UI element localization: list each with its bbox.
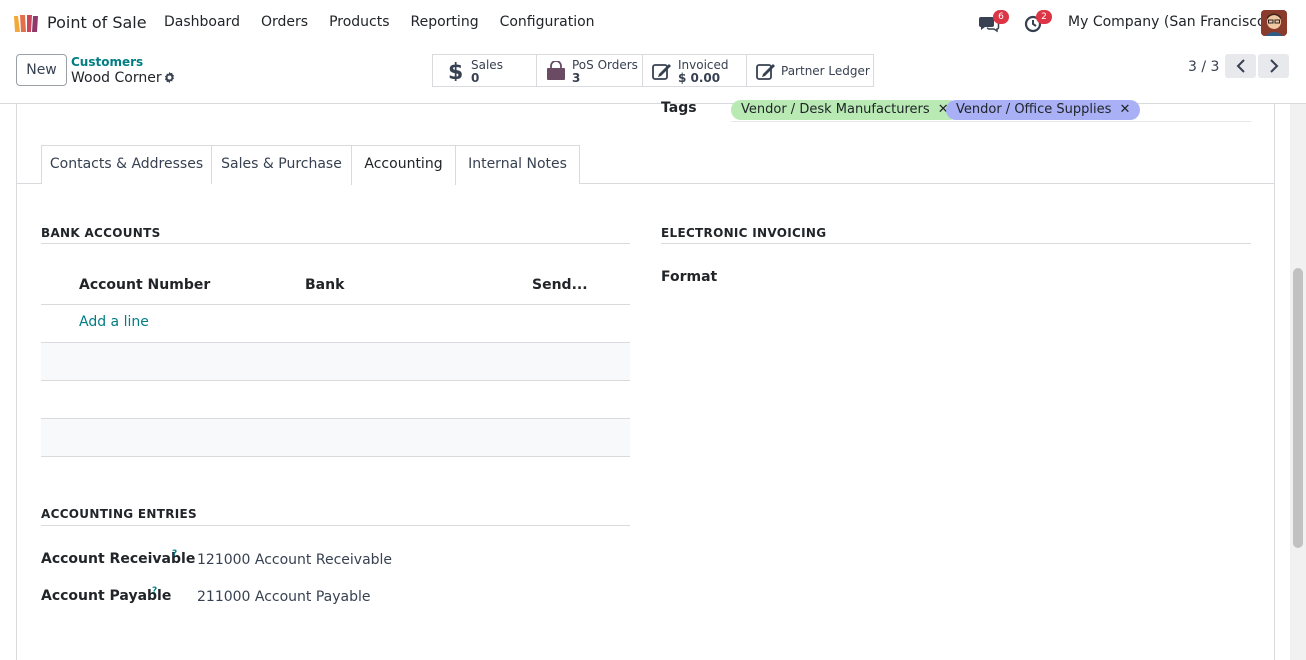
help-icon[interactable]: ? xyxy=(172,549,177,559)
bank-accounts-title: BANK ACCOUNTS xyxy=(41,226,161,240)
tab-internal-notes[interactable]: Internal Notes xyxy=(455,145,580,184)
tab-contacts-addresses[interactable]: Contacts & Addresses xyxy=(41,145,212,184)
menu-orders[interactable]: Orders xyxy=(261,14,308,30)
menu-products[interactable]: Products xyxy=(329,14,389,30)
table-row-divider xyxy=(41,380,630,381)
account-receivable-value[interactable]: 121000 Account Receivable xyxy=(197,552,392,568)
tags-field-underline xyxy=(731,121,1251,122)
gear-icon[interactable] xyxy=(163,71,176,84)
breadcrumb-customers[interactable]: Customers xyxy=(71,55,143,69)
breadcrumb-current: Wood Corner xyxy=(71,70,162,86)
accounting-entries-rule xyxy=(41,525,630,526)
control-panel: New Customers Wood Corner $ Sales 0 PoS … xyxy=(0,46,1306,104)
app-name[interactable]: Point of Sale xyxy=(47,13,147,32)
new-button[interactable]: New xyxy=(16,54,67,86)
activities-badge: 2 xyxy=(1036,10,1052,24)
close-icon[interactable]: ✕ xyxy=(1120,102,1131,117)
tag-label: Vendor / Office Supplies xyxy=(956,102,1112,117)
pager-previous-button[interactable] xyxy=(1225,54,1256,78)
pos-orders-label: PoS Orders xyxy=(572,58,638,72)
help-icon[interactable]: ? xyxy=(152,586,157,596)
tags-label: Tags xyxy=(661,100,697,116)
menu-dashboard[interactable]: Dashboard xyxy=(164,14,240,30)
company-switcher[interactable]: My Company (San Francisco) xyxy=(1068,14,1271,30)
table-row xyxy=(41,419,630,457)
column-account-number[interactable]: Account Number xyxy=(79,277,210,293)
menu-configuration[interactable]: Configuration xyxy=(500,14,595,30)
pos-orders-value: 3 xyxy=(572,71,581,85)
partner-ledger-smart-button[interactable]: Partner Ledger xyxy=(746,54,874,87)
add-a-line-link[interactable]: Add a line xyxy=(79,314,149,330)
shopping-bag-icon xyxy=(547,61,565,80)
chevron-left-icon xyxy=(1236,59,1245,73)
messages-badge: 6 xyxy=(993,10,1009,24)
invoiced-value: $ 0.00 xyxy=(678,71,721,85)
tag-desk-manufacturers[interactable]: Vendor / Desk Manufacturers ✕ xyxy=(731,100,959,120)
table-row xyxy=(41,343,630,381)
dollar-icon: $ xyxy=(448,61,463,81)
top-navbar: Point of Sale Dashboard Orders Products … xyxy=(0,0,1306,46)
user-avatar[interactable] xyxy=(1261,10,1287,36)
pager-value[interactable]: 3 / 3 xyxy=(1188,59,1219,75)
tag-label: Vendor / Desk Manufacturers xyxy=(741,102,930,117)
invoiced-smart-button[interactable]: Invoiced $ 0.00 xyxy=(642,54,747,87)
pager-next-button[interactable] xyxy=(1258,54,1289,78)
main-menu: Dashboard Orders Products Reporting Conf… xyxy=(164,14,616,30)
sales-smart-button[interactable]: $ Sales 0 xyxy=(432,54,537,87)
menu-reporting[interactable]: Reporting xyxy=(411,14,479,30)
user-avatar-icon xyxy=(1261,10,1287,36)
bank-accounts-rule xyxy=(41,243,630,244)
table-row-divider xyxy=(41,304,630,305)
column-send[interactable]: Send... xyxy=(532,277,588,293)
svg-text:$: $ xyxy=(448,61,463,81)
tab-accounting[interactable]: Accounting xyxy=(351,145,456,185)
column-bank[interactable]: Bank xyxy=(305,277,344,293)
accounting-entries-title: ACCOUNTING ENTRIES xyxy=(41,507,197,521)
electronic-invoicing-rule xyxy=(661,243,1251,244)
sales-value: 0 xyxy=(471,71,480,85)
tab-sales-purchase[interactable]: Sales & Purchase xyxy=(211,145,352,184)
table-row-divider xyxy=(41,456,630,457)
sales-label: Sales xyxy=(471,58,503,72)
tag-office-supplies[interactable]: Vendor / Office Supplies ✕ xyxy=(946,100,1141,120)
pos-orders-smart-button[interactable]: PoS Orders 3 xyxy=(536,54,643,87)
account-payable-value[interactable]: 211000 Account Payable xyxy=(197,589,371,605)
electronic-invoicing-title: ELECTRONIC INVOICING xyxy=(661,226,827,240)
edit-icon xyxy=(652,64,671,80)
pos-app-icon[interactable] xyxy=(12,12,40,34)
edit-icon xyxy=(756,64,775,80)
form-sheet xyxy=(16,104,1275,660)
format-label: Format xyxy=(661,269,718,285)
scrollbar-thumb[interactable] xyxy=(1293,268,1303,548)
partner-ledger-label: Partner Ledger xyxy=(781,64,870,78)
invoiced-label: Invoiced xyxy=(678,58,729,72)
chevron-right-icon xyxy=(1269,59,1278,73)
